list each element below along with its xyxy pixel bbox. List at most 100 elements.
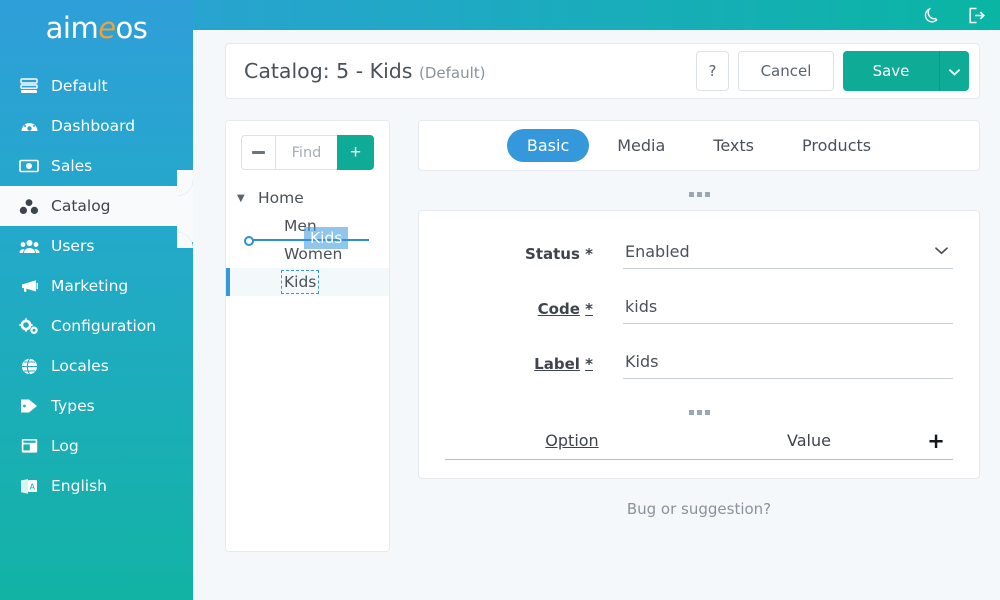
sidebar-item-configuration[interactable]: Configuration	[0, 306, 193, 346]
column-header-value: Value	[787, 431, 831, 450]
moon-icon[interactable]	[923, 7, 940, 24]
sidebar-item-users[interactable]: Users	[0, 226, 193, 266]
sidebar-item-log[interactable]: Log	[0, 426, 193, 466]
sidebar-item-label: Catalog	[51, 197, 111, 215]
sidebar-item-label: Dashboard	[51, 117, 136, 135]
add-option-button[interactable]: +	[919, 430, 953, 451]
label-input[interactable]	[623, 349, 953, 379]
sidebar-item-label: Sales	[51, 157, 93, 175]
sidebar-item-label: English	[51, 477, 107, 495]
required-marker: *	[585, 245, 593, 263]
column-header-option: Option	[545, 431, 599, 450]
logo-prefix: aim	[45, 11, 99, 45]
page-title-text: Catalog: 5 - Kids	[244, 59, 413, 83]
field-control-status	[623, 239, 953, 269]
cancel-button[interactable]: Cancel	[738, 51, 834, 91]
field-control-label	[623, 349, 953, 379]
help-button[interactable]: ?	[696, 51, 729, 91]
page-title-subtitle: (Default)	[419, 64, 486, 82]
megaphone-icon	[18, 278, 40, 294]
chevron-down-icon[interactable]: ▼	[237, 193, 251, 204]
tab-media[interactable]: Media	[597, 129, 685, 162]
sidebar-item-catalog[interactable]: Catalog	[0, 170, 193, 242]
tree-find-input[interactable]	[276, 135, 337, 170]
tree-node-label: Home	[258, 189, 304, 207]
tree-node-label: Men	[284, 217, 317, 235]
topbar-actions	[923, 0, 986, 30]
users-icon	[18, 239, 40, 254]
app-logo[interactable]: aimeos	[0, 0, 193, 52]
sidebar-item-locales[interactable]: Locales	[0, 346, 193, 386]
save-button-group: Save	[843, 51, 969, 91]
sidebar-item-label: Configuration	[51, 317, 157, 335]
tree-toolbar: +	[241, 135, 374, 170]
tree-node-label: Kids	[280, 270, 320, 294]
code-input[interactable]	[623, 294, 953, 324]
catalog-icon	[18, 198, 40, 215]
tree-node-kids[interactable]: Kids	[226, 268, 389, 296]
sidebar-item-label: Marketing	[51, 277, 129, 295]
field-label-text: Label	[534, 355, 580, 373]
detail-column: Basic Media Texts Products Status * Enab…	[418, 120, 980, 518]
money-icon	[18, 159, 40, 173]
tab-products[interactable]: Products	[782, 129, 891, 162]
language-icon: A	[18, 478, 40, 495]
tree-collapse-button[interactable]	[241, 135, 276, 170]
svg-text:A: A	[29, 482, 35, 491]
section-handle-config[interactable]	[445, 405, 953, 415]
required-marker: *	[585, 300, 593, 318]
save-button[interactable]: Save	[843, 51, 939, 91]
sidebar-nav: Default Dashboard Sales Catalog Users Ma…	[0, 66, 193, 506]
globe-icon	[18, 358, 40, 375]
sidebar-item-label: Types	[51, 397, 95, 415]
field-label-label: Label *	[445, 349, 623, 373]
logo-text: aimeos	[46, 11, 148, 45]
field-label-text: Code	[537, 300, 580, 318]
server-icon	[18, 78, 40, 94]
page-header: Catalog: 5 - Kids (Default) ? Cancel Sav…	[225, 43, 980, 99]
sidebar-item-label: Locales	[51, 357, 109, 375]
sidebar-item-label: Log	[51, 437, 79, 455]
page-title: Catalog: 5 - Kids (Default)	[244, 59, 696, 83]
sidebar-item-marketing[interactable]: Marketing	[0, 266, 193, 306]
sidebar-item-types[interactable]: Types	[0, 386, 193, 426]
status-select[interactable]	[623, 239, 953, 269]
tag-icon	[18, 398, 40, 414]
chevron-down-icon	[949, 64, 960, 79]
main-content: Catalog: 5 - Kids (Default) ? Cancel Sav…	[193, 30, 1000, 600]
tree-add-button[interactable]: +	[337, 135, 374, 170]
save-dropdown-button[interactable]	[939, 51, 969, 91]
log-icon	[18, 438, 40, 454]
options-table-header: Option Value +	[445, 430, 953, 460]
bug-suggestion-link[interactable]: Bug or suggestion?	[418, 500, 980, 518]
app-root: aimeos Default Dashboard Sales Catalog U…	[0, 0, 1000, 600]
logo-accent-letter: e	[98, 11, 116, 45]
field-label: Label *	[445, 349, 953, 379]
tree-node-label: Women	[284, 245, 343, 263]
field-status: Status *	[445, 239, 953, 269]
tree-node-home[interactable]: ▼ Home	[226, 184, 389, 212]
catalog-tree: ▼ Home Men Women Kids Kids	[226, 184, 389, 296]
catalog-tree-panel: + ▼ Home Men Women Kids	[225, 120, 390, 552]
logout-icon[interactable]	[968, 7, 986, 24]
sidebar: aimeos Default Dashboard Sales Catalog U…	[0, 0, 193, 600]
minus-icon	[252, 151, 265, 154]
tab-texts[interactable]: Texts	[693, 129, 774, 162]
field-label-text: Status	[525, 245, 580, 263]
field-control-code	[623, 294, 953, 324]
sidebar-item-default[interactable]: Default	[0, 66, 193, 106]
section-handle-top[interactable]	[418, 187, 980, 197]
sidebar-item-english[interactable]: A English	[0, 466, 193, 506]
header-actions: ? Cancel Save	[696, 51, 969, 91]
content-columns: + ▼ Home Men Women Kids	[225, 120, 980, 552]
gears-icon	[18, 317, 40, 335]
tree-drop-indicator	[244, 236, 369, 246]
tab-basic[interactable]: Basic	[506, 129, 590, 162]
sidebar-item-dashboard[interactable]: Dashboard	[0, 106, 193, 146]
basic-form-card: Status * Code *	[418, 210, 980, 479]
sidebar-item-label: Default	[51, 77, 108, 95]
dashboard-icon	[18, 118, 40, 134]
sidebar-item-sales[interactable]: Sales	[0, 146, 193, 186]
field-code: Code *	[445, 294, 953, 324]
required-marker: *	[585, 355, 593, 373]
